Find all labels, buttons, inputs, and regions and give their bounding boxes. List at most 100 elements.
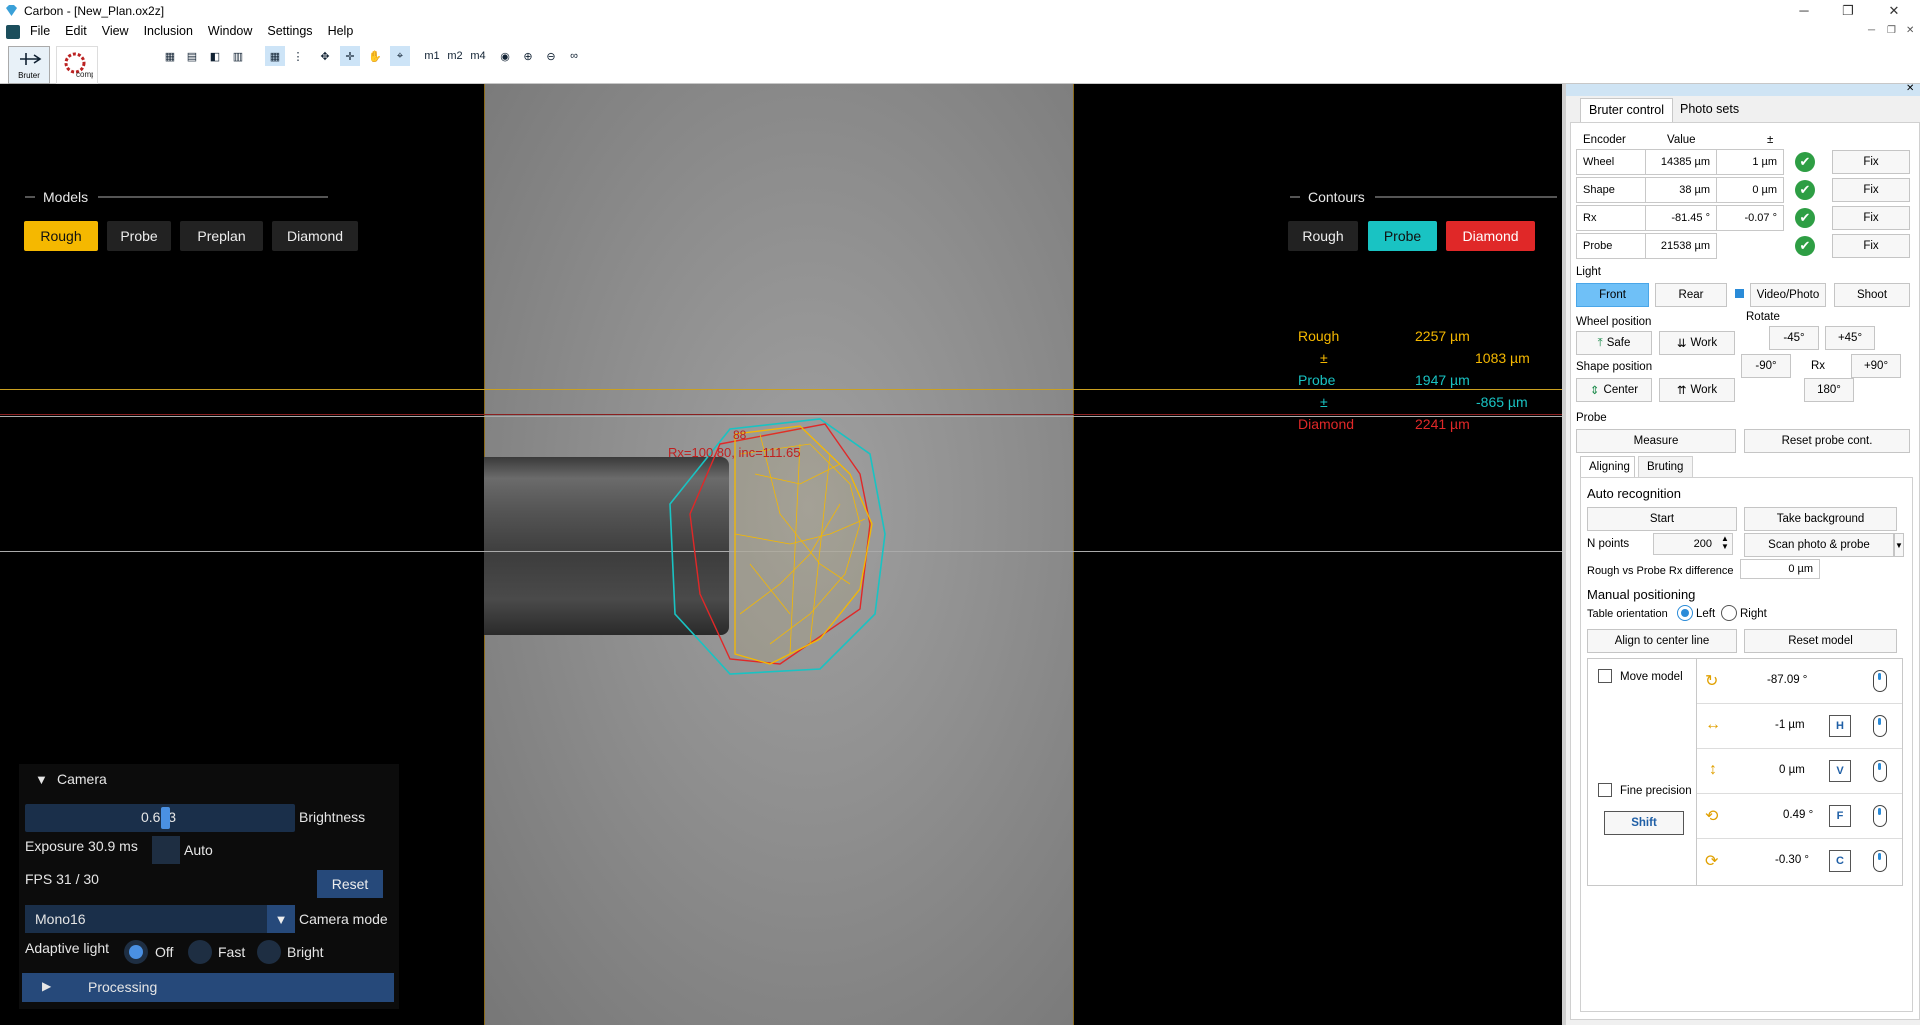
bruter-button[interactable]: Bruter xyxy=(8,46,50,84)
shape-fix-button[interactable]: Fix xyxy=(1832,178,1910,202)
mouse-wheel-icon[interactable] xyxy=(1873,715,1887,737)
pan-hand-icon[interactable]: ✋ xyxy=(365,46,385,66)
reset-model-button[interactable]: Reset model xyxy=(1744,629,1897,653)
panel-close-icon[interactable]: ✕ xyxy=(1906,83,1914,94)
measure-button[interactable]: Measure xyxy=(1576,429,1736,453)
menu-window[interactable]: Window xyxy=(208,24,252,38)
wheel-fix-button[interactable]: Fix xyxy=(1832,150,1910,174)
orientation-left-radio[interactable] xyxy=(1677,605,1693,621)
c-key-button[interactable]: C xyxy=(1829,850,1851,872)
wheel-work-button[interactable]: ⇊ Work xyxy=(1659,331,1735,355)
minimize-icon[interactable]: ─ xyxy=(1782,0,1826,22)
zoom-out-icon[interactable]: ⊖ xyxy=(541,46,561,66)
select-tool-icon[interactable]: ⌖ xyxy=(390,46,410,66)
auto-exposure-checkbox[interactable] xyxy=(152,836,180,864)
layout-1-icon[interactable]: ▦ xyxy=(160,46,180,66)
f-key-button[interactable]: F xyxy=(1829,805,1851,827)
chevron-down-icon[interactable]: ▼ xyxy=(267,905,295,933)
restore-icon[interactable]: ❐ xyxy=(1826,0,1870,22)
rotate-minus90-button[interactable]: -90° xyxy=(1741,354,1791,378)
processing-header[interactable]: ▶ Processing xyxy=(22,973,394,1002)
comp-report-button[interactable]: comp xyxy=(56,46,98,84)
layout-3-icon[interactable]: ◧ xyxy=(205,46,225,66)
probe-fix-button[interactable]: Fix xyxy=(1832,234,1910,258)
move-model-checkbox[interactable] xyxy=(1598,669,1612,683)
m2-button[interactable]: m2 xyxy=(445,46,465,66)
scan-dropdown-icon[interactable]: ▼ xyxy=(1894,533,1904,557)
start-button[interactable]: Start xyxy=(1587,507,1737,531)
model-probe-button[interactable]: Probe xyxy=(107,221,171,251)
rotate-minus45-button[interactable]: -45° xyxy=(1769,326,1819,350)
rx-difference-label: Rough vs Probe Rx difference xyxy=(1587,565,1734,577)
take-background-button[interactable]: Take background xyxy=(1744,507,1897,531)
mdi-restore-icon[interactable]: ❐ xyxy=(1887,25,1896,36)
menu-help[interactable]: Help xyxy=(328,24,354,38)
subtab-bruting[interactable]: Bruting xyxy=(1638,456,1693,478)
tab-photo-sets[interactable]: Photo sets xyxy=(1672,98,1747,122)
light-front-button[interactable]: Front xyxy=(1576,283,1649,307)
rotate-180-button[interactable]: 180° xyxy=(1804,378,1854,402)
mouse-wheel-icon[interactable] xyxy=(1873,805,1887,827)
menu-settings[interactable]: Settings xyxy=(267,24,312,38)
model-preplan-button[interactable]: Preplan xyxy=(180,221,263,251)
contour-rough-button[interactable]: Rough xyxy=(1288,221,1358,251)
zoom-in-icon[interactable]: ⊕ xyxy=(518,46,538,66)
move-icon[interactable]: ✥ xyxy=(315,46,335,66)
more-vertical-icon[interactable]: ⋮ xyxy=(288,46,308,66)
shape-center-button[interactable]: ⇕ Center xyxy=(1576,378,1652,402)
video-photo-checkbox[interactable] xyxy=(1735,289,1744,298)
h-key-button[interactable]: H xyxy=(1829,715,1851,737)
mouse-wheel-icon[interactable] xyxy=(1873,760,1887,782)
encoder-shape-pm: 0 µm xyxy=(1716,177,1784,203)
shift-button[interactable]: Shift xyxy=(1604,811,1684,835)
menu-edit[interactable]: Edit xyxy=(65,24,87,38)
tab-bruter-control[interactable]: Bruter control xyxy=(1580,98,1674,122)
center-move-icon[interactable]: ✛ xyxy=(340,46,360,66)
contour-diamond-button[interactable]: Diamond xyxy=(1446,221,1535,251)
camera-mode-select[interactable]: Mono16 ▼ xyxy=(25,905,295,933)
camera-reset-button[interactable]: Reset xyxy=(317,870,383,898)
brightness-slider[interactable]: 0.673 xyxy=(25,804,295,832)
adaptive-fast-radio[interactable] xyxy=(188,940,212,964)
spin-arrows-icon[interactable]: ▲ ▼ xyxy=(1721,535,1729,551)
model-diamond-button[interactable]: Diamond xyxy=(272,221,358,251)
layout-4-icon[interactable]: ▥ xyxy=(228,46,248,66)
layout-2-icon[interactable]: ▤ xyxy=(182,46,202,66)
scan-mode-select[interactable]: Scan photo & probe xyxy=(1744,533,1894,557)
m4-button[interactable]: m4 xyxy=(468,46,488,66)
rotate-plus90-button[interactable]: +90° xyxy=(1851,354,1901,378)
video-photo-button[interactable]: Video/Photo xyxy=(1750,283,1826,307)
app-icon[interactable] xyxy=(6,25,20,39)
eye-icon[interactable]: ◉ xyxy=(495,46,515,66)
camera-collapse-icon[interactable]: ▼ xyxy=(35,772,48,787)
light-rear-button[interactable]: Rear xyxy=(1655,283,1727,307)
adaptive-fast-label: Fast xyxy=(218,944,246,960)
menu-view[interactable]: View xyxy=(102,24,129,38)
mdi-minimize-icon[interactable]: ─ xyxy=(1868,25,1875,36)
reset-probe-button[interactable]: Reset probe cont. xyxy=(1744,429,1910,453)
m1-button[interactable]: m1 xyxy=(422,46,442,66)
adaptive-off-radio[interactable] xyxy=(124,940,148,964)
menu-inclusion[interactable]: Inclusion xyxy=(144,24,193,38)
close-icon[interactable]: ✕ xyxy=(1872,0,1916,22)
brightness-handle[interactable] xyxy=(161,807,170,829)
subtab-aligning[interactable]: Aligning xyxy=(1580,456,1635,478)
mouse-wheel-icon[interactable] xyxy=(1873,850,1887,872)
grid-icon[interactable]: ▦ xyxy=(265,46,285,66)
mouse-wheel-icon[interactable] xyxy=(1873,670,1887,692)
rotate-plus45-button[interactable]: +45° xyxy=(1825,326,1875,350)
contour-probe-button[interactable]: Probe xyxy=(1368,221,1437,251)
adaptive-bright-radio[interactable] xyxy=(257,940,281,964)
rx-fix-button[interactable]: Fix xyxy=(1832,206,1910,230)
align-center-line-button[interactable]: Align to center line xyxy=(1587,629,1737,653)
v-key-button[interactable]: V xyxy=(1829,760,1851,782)
binoculars-icon[interactable]: ∞ xyxy=(564,46,584,66)
menu-file[interactable]: File xyxy=(30,24,50,38)
wheel-safe-button[interactable]: ⤒ Safe xyxy=(1576,331,1652,355)
shoot-button[interactable]: Shoot xyxy=(1834,283,1910,307)
shape-work-button[interactable]: ⇈ Work xyxy=(1659,378,1735,402)
fine-precision-checkbox[interactable] xyxy=(1598,783,1612,797)
mdi-close-icon[interactable]: ✕ xyxy=(1906,25,1914,36)
orientation-right-radio[interactable] xyxy=(1721,605,1737,621)
model-rough-button[interactable]: Rough xyxy=(24,221,98,251)
